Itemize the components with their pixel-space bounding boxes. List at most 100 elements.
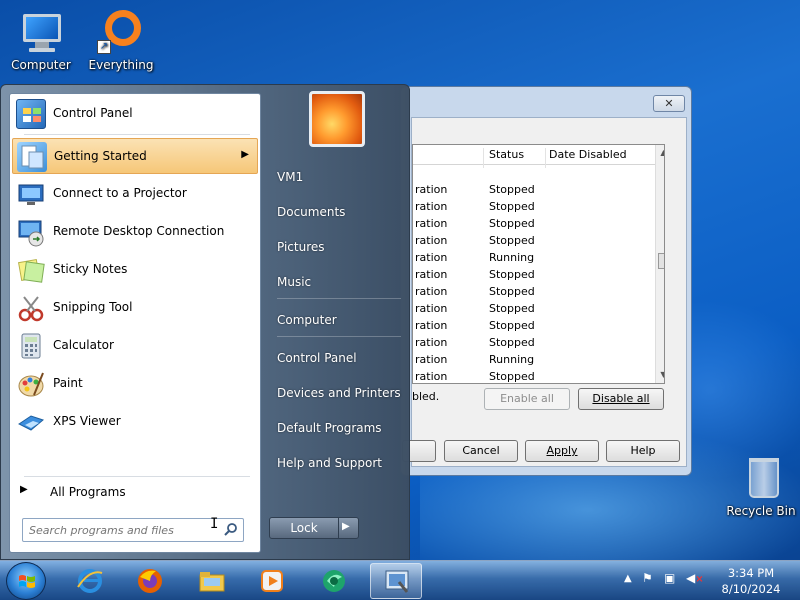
program-item-snipping-tool[interactable]: Snipping Tool xyxy=(12,290,258,326)
show-hidden-icons-icon[interactable]: ▲ xyxy=(624,573,632,584)
network-app-icon xyxy=(323,570,345,592)
program-label: Getting Started xyxy=(54,149,147,163)
right-item-devices-printers[interactable]: Devices and Printers xyxy=(269,379,405,407)
scroll-thumb[interactable] xyxy=(658,253,664,269)
all-programs-label: All Programs xyxy=(50,485,126,499)
table-row[interactable]: ration Running xyxy=(413,351,655,368)
network-icon[interactable]: ▣ xyxy=(664,571,675,585)
right-item-pictures[interactable]: Pictures xyxy=(269,233,405,261)
computer-icon xyxy=(17,10,65,56)
program-item-calculator[interactable]: Calculator xyxy=(12,328,258,364)
desktop-icon-label: Computer xyxy=(11,58,71,72)
right-item-documents[interactable]: Documents xyxy=(269,198,405,226)
action-center-flag-icon[interactable]: ⚑ xyxy=(642,571,653,585)
table-row[interactable]: ration Running xyxy=(413,249,655,266)
msconfig-icon xyxy=(385,570,409,593)
table-row[interactable]: ration Stopped xyxy=(413,283,655,300)
program-item-remote-desktop[interactable]: Remote Desktop Connection xyxy=(12,214,258,250)
remote-desktop-icon xyxy=(16,217,46,247)
desktop-icon-everything[interactable]: ↗ Everything xyxy=(82,10,160,72)
desktop-icon-label: Everything xyxy=(88,58,154,72)
program-item-sticky-notes[interactable]: Sticky Notes xyxy=(12,252,258,288)
file-explorer-icon xyxy=(199,572,225,592)
program-item-control-panel[interactable]: Control Panel xyxy=(12,96,258,132)
scissors-icon xyxy=(16,293,46,323)
dialog-content: Status Date Disabled ration Stopped ratio… xyxy=(402,117,687,467)
program-label: Snipping Tool xyxy=(53,300,133,314)
list-header: Status Date Disabled xyxy=(413,145,655,168)
program-label: Calculator xyxy=(53,338,114,352)
vertical-scrollbar[interactable]: ▲ ▼ xyxy=(655,145,664,383)
all-programs-button[interactable]: ▶ All Programs xyxy=(16,480,256,502)
taskbar-internet-explorer[interactable] xyxy=(64,563,116,599)
program-item-connect-projector[interactable]: Connect to a Projector xyxy=(12,176,258,212)
taskbar: ▲ ⚑ ▣ ◀× 3:34 PM 8/10/2024 xyxy=(0,560,800,600)
disable-all-button[interactable]: Disable all xyxy=(578,388,664,410)
everything-icon: ↗ xyxy=(97,10,145,56)
column-header-date-disabled[interactable]: Date Disabled xyxy=(549,148,627,161)
programs-pane: Control Panel Getting Started ▶ Connect … xyxy=(9,93,261,553)
right-item-default-programs[interactable]: Default Programs xyxy=(269,414,405,442)
table-row[interactable]: ration Stopped xyxy=(413,266,655,283)
program-label: Sticky Notes xyxy=(53,262,128,276)
right-item-music[interactable]: Music xyxy=(269,268,405,296)
status-note: bled. xyxy=(412,390,440,403)
search-icon[interactable] xyxy=(223,522,239,538)
program-item-getting-started[interactable]: Getting Started ▶ xyxy=(12,138,258,174)
user-picture[interactable] xyxy=(309,91,365,147)
program-label: Remote Desktop Connection xyxy=(53,224,225,238)
desktop-icon-recycle-bin[interactable]: Recycle Bin xyxy=(722,456,800,518)
table-row[interactable]: ration Stopped xyxy=(413,317,655,334)
help-button[interactable]: Help xyxy=(606,440,680,462)
table-row[interactable]: ration Stopped xyxy=(413,300,655,317)
desktop-icon-label: Recycle Bin xyxy=(726,504,796,518)
start-button[interactable] xyxy=(6,562,46,600)
program-item-paint[interactable]: Paint xyxy=(12,366,258,402)
scroll-up-icon[interactable]: ▲ xyxy=(656,145,664,161)
table-row[interactable]: ration Stopped xyxy=(413,181,655,198)
recycle-bin-icon xyxy=(737,456,785,502)
program-label: Control Panel xyxy=(53,106,133,120)
close-button[interactable]: ✕ xyxy=(653,95,685,112)
right-item-control-panel[interactable]: Control Panel xyxy=(269,344,405,372)
table-row[interactable]: ration Stopped xyxy=(413,232,655,249)
calculator-icon xyxy=(16,331,46,361)
program-label: Paint xyxy=(53,376,83,390)
cancel-button[interactable]: Cancel xyxy=(444,440,518,462)
media-player-icon xyxy=(261,570,283,592)
clock[interactable]: 3:34 PM 8/10/2024 xyxy=(716,565,786,597)
getting-started-icon xyxy=(17,142,47,172)
table-row[interactable]: ration Stopped xyxy=(413,215,655,232)
right-item-computer[interactable]: Computer xyxy=(269,306,405,334)
taskbar-firefox[interactable] xyxy=(124,563,176,599)
right-item-vm1[interactable]: VM1 xyxy=(269,163,405,191)
taskbar-file-explorer[interactable] xyxy=(186,563,238,599)
start-menu: Control Panel Getting Started ▶ Connect … xyxy=(0,84,410,560)
chevron-right-icon[interactable]: ▶ xyxy=(342,521,350,532)
search-input[interactable] xyxy=(29,522,213,538)
paint-icon xyxy=(16,369,46,399)
table-row[interactable]: ration Stopped xyxy=(413,334,655,351)
text-cursor-icon: I xyxy=(210,516,219,532)
enable-all-button[interactable]: Enable all xyxy=(484,388,570,410)
taskbar-network-app[interactable] xyxy=(308,563,360,599)
apply-button[interactable]: Apply xyxy=(525,440,599,462)
taskbar-msconfig[interactable] xyxy=(370,563,422,599)
firefox-icon xyxy=(138,569,162,593)
table-row[interactable]: ration Stopped xyxy=(413,368,655,383)
desktop-icon-computer[interactable]: Computer xyxy=(2,10,80,72)
program-label: XPS Viewer xyxy=(53,414,121,428)
volume-muted-icon[interactable]: ◀× xyxy=(686,571,704,585)
scroll-down-icon[interactable]: ▼ xyxy=(656,367,664,383)
program-label: Connect to a Projector xyxy=(53,186,187,200)
right-item-help-support[interactable]: Help and Support xyxy=(269,449,405,477)
program-item-xps-viewer[interactable]: XPS Viewer xyxy=(12,404,258,440)
system-configuration-dialog: ✕ Status Date Disabled ration Stopped rat… xyxy=(400,86,692,476)
column-header-status[interactable]: Status xyxy=(489,148,524,161)
table-row[interactable]: ration Stopped xyxy=(413,198,655,215)
taskbar-media-player[interactable] xyxy=(246,563,298,599)
windows-logo-icon xyxy=(19,575,35,588)
internet-explorer-icon xyxy=(77,569,103,593)
lock-button[interactable]: Lock ▶ xyxy=(269,517,359,539)
services-list[interactable]: Status Date Disabled ration Stopped ratio… xyxy=(412,144,665,384)
